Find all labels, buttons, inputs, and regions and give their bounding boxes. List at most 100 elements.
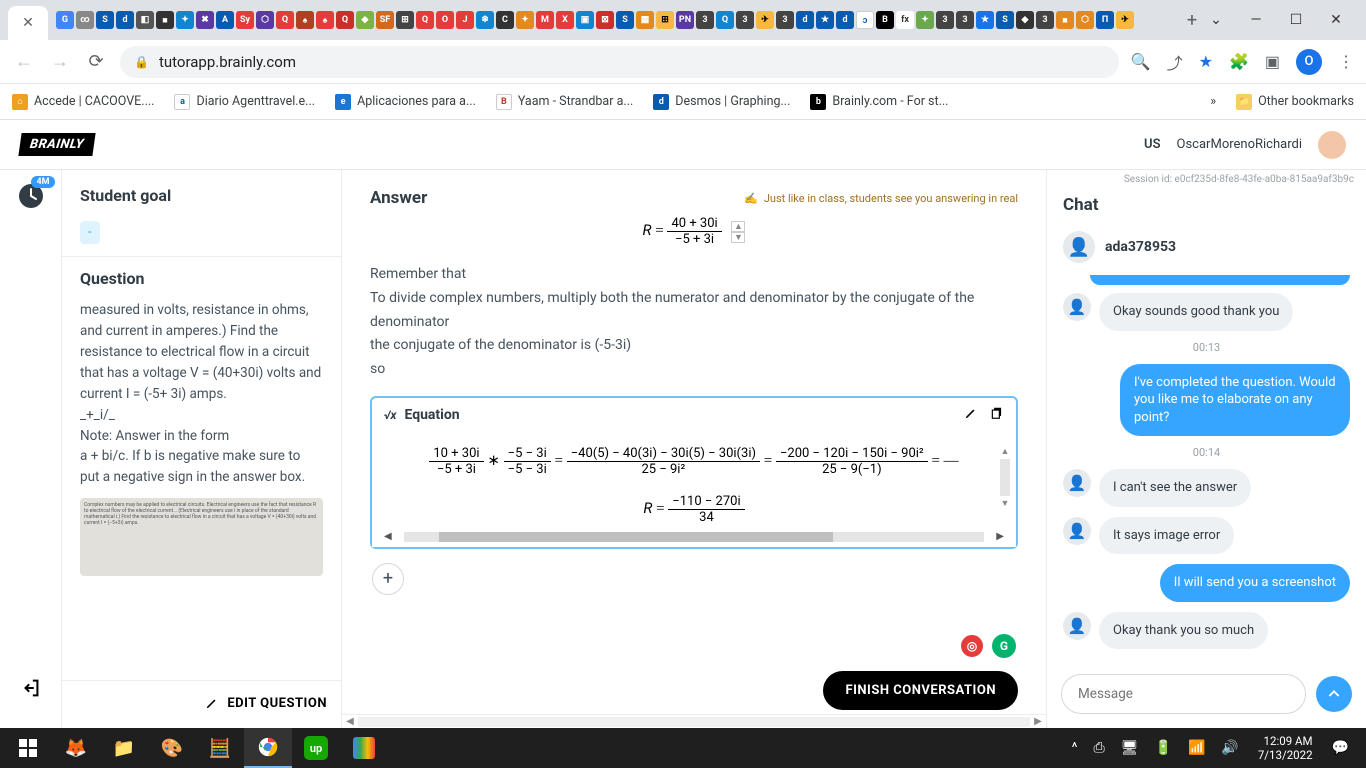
sidepanel-icon[interactable]: ▣	[1265, 52, 1280, 71]
favicon-tab[interactable]: ⬡	[256, 11, 274, 29]
favicon-tab[interactable]: S	[616, 11, 634, 29]
favicon-tab[interactable]: Q	[336, 11, 354, 29]
favicon-tab[interactable]: X	[556, 11, 574, 29]
share-icon[interactable]: ⤴	[1167, 50, 1183, 74]
favicon-tab[interactable]: O	[436, 11, 454, 29]
favicon-tab[interactable]: ⬡	[1076, 11, 1094, 29]
forward-button[interactable]: →	[48, 50, 72, 74]
favicon-tab[interactable]: Q	[416, 11, 434, 29]
scroll-down-icon[interactable]: ▼	[1000, 498, 1010, 509]
chat-messages[interactable]: 👤 Okay sounds good thank you 00:13 I've …	[1047, 275, 1366, 664]
brainly-logo[interactable]: BRAINLY	[18, 133, 95, 156]
queue-badge[interactable]: 4M	[17, 182, 45, 214]
battery-icon[interactable]: 🔋	[1150, 740, 1177, 756]
favicon-tab[interactable]: B	[876, 11, 894, 29]
app-icon[interactable]	[340, 728, 388, 768]
display-icon[interactable]: 🖥	[1116, 740, 1144, 756]
calculator-icon[interactable]: 🧮	[196, 728, 244, 768]
favicon-tab[interactable]: 3	[696, 11, 714, 29]
scroll-up-icon[interactable]: ▲	[1000, 446, 1010, 457]
favicon-tab[interactable]: A	[216, 11, 234, 29]
minimize-button[interactable]: —	[1246, 12, 1266, 28]
start-button[interactable]	[4, 728, 52, 768]
taskbar-clock[interactable]: 12:09 AM 7/13/2022	[1250, 734, 1321, 763]
chat-send-button[interactable]	[1316, 676, 1352, 712]
usb-icon[interactable]: ⎙	[1089, 740, 1110, 756]
favicon-tab[interactable]: ✈	[756, 11, 774, 29]
favicon-tab[interactable]: J	[456, 11, 474, 29]
extensions-icon[interactable]: 🧩	[1229, 52, 1249, 71]
favicon-tab[interactable]: ✦	[916, 11, 934, 29]
favicon-tab[interactable]: ∞	[76, 11, 94, 29]
username-label[interactable]: OscarMorenoRichardi	[1177, 137, 1302, 152]
url-field[interactable]: 🔒 tutorapp.brainly.com	[120, 46, 1119, 78]
profile-avatar[interactable]: O	[1296, 49, 1322, 75]
file-explorer-icon[interactable]: 📁	[100, 728, 148, 768]
region-label[interactable]: US	[1144, 137, 1160, 152]
search-icon[interactable]: 🔍	[1131, 52, 1151, 71]
new-tab-button[interactable]: +	[1178, 6, 1206, 34]
scroll-right-icon[interactable]: ▶	[996, 531, 1004, 542]
bookmark-item[interactable]: eAplicaciones para a...	[335, 94, 476, 110]
back-button[interactable]: ←	[12, 50, 36, 74]
user-avatar[interactable]	[1318, 131, 1346, 159]
favicon-tab[interactable]: ✈	[1116, 11, 1134, 29]
favicon-tab[interactable]: ▣	[576, 11, 594, 29]
favicon-tab[interactable]: ɔ	[856, 11, 874, 29]
kebab-menu-icon[interactable]: ⋮	[1338, 52, 1354, 71]
scroll-left-icon[interactable]: ◀	[342, 716, 358, 727]
scroll-thumb[interactable]	[439, 532, 834, 542]
active-tab[interactable]: ✕	[8, 6, 48, 40]
question-body[interactable]: measured in volts, resistance in ohms, a…	[62, 300, 341, 680]
favicon-tab[interactable]: ★	[816, 11, 834, 29]
favicon-tab[interactable]: ■	[1056, 11, 1074, 29]
equation-content[interactable]: 10 + 30i−5 + 3i ∗ −5 − 3i−5 − 3i = −40(5…	[372, 432, 1016, 533]
chrome-icon[interactable]	[244, 728, 292, 768]
favicon-tab[interactable]: 3	[736, 11, 754, 29]
favicon-tab[interactable]: Q	[276, 11, 294, 29]
maximize-button[interactable]: ☐	[1286, 12, 1306, 28]
step-down-icon[interactable]: ▼	[731, 232, 745, 243]
bookmark-item[interactable]: dDesmos | Graphing...	[653, 94, 790, 110]
bookmark-star-icon[interactable]: ★	[1199, 52, 1213, 71]
wifi-icon[interactable]: 📶	[1183, 740, 1210, 756]
favicon-tab[interactable]: Q	[716, 11, 734, 29]
favicon-tab[interactable]: C	[496, 11, 514, 29]
favicon-tab[interactable]: ❄	[476, 11, 494, 29]
equation-vscroll[interactable]: ▲ ▼	[1000, 446, 1010, 509]
question-attachment[interactable]: Complex numbers may be applied to electr…	[80, 498, 323, 576]
favicon-tab[interactable]: PN	[676, 11, 694, 29]
equation-hscroll[interactable]: ◀ ▶	[372, 533, 1016, 547]
favicon-tab[interactable]: ♠	[316, 11, 334, 29]
finish-conversation-button[interactable]: FINISH CONVERSATION	[823, 671, 1018, 710]
add-block-button[interactable]: +	[372, 563, 404, 595]
step-up-icon[interactable]: ▲	[731, 221, 745, 232]
favicon-tab[interactable]: d	[836, 11, 854, 29]
favicon-tab[interactable]: П	[1096, 11, 1114, 29]
favicon-tab[interactable]: ▦	[636, 11, 654, 29]
tray-overflow-icon[interactable]: ^	[1067, 740, 1083, 756]
scroll-right-icon[interactable]: ▶	[1030, 716, 1046, 727]
bookmark-item[interactable]: BYaam - Strandbar a...	[496, 94, 633, 110]
favicon-tab[interactable]: G	[56, 11, 74, 29]
exit-icon[interactable]	[20, 677, 42, 704]
favicon-tab[interactable]: S	[996, 11, 1014, 29]
favicon-tab[interactable]: 3	[776, 11, 794, 29]
favicon-tab[interactable]: ⊞	[656, 11, 674, 29]
paint-icon[interactable]: 🎨	[148, 728, 196, 768]
edit-question-button[interactable]: EDIT QUESTION	[205, 696, 327, 711]
close-tab-icon[interactable]: ✕	[22, 15, 34, 31]
favicon-tab[interactable]: ★	[976, 11, 994, 29]
center-hscroll[interactable]: ◀ ▶	[342, 714, 1046, 728]
scroll-left-icon[interactable]: ◀	[384, 531, 392, 542]
chat-input[interactable]	[1061, 674, 1306, 714]
favicon-tab[interactable]: Sy	[236, 11, 254, 29]
favicon-tab[interactable]: M	[536, 11, 554, 29]
bookmarks-overflow-icon[interactable]: »	[1210, 94, 1216, 109]
close-window-button[interactable]: ✕	[1326, 12, 1346, 28]
favicon-tab[interactable]: ✦	[516, 11, 534, 29]
tab-search-icon[interactable]: ⌄	[1206, 12, 1226, 28]
edit-equation-icon[interactable]	[964, 406, 978, 424]
favicon-tab[interactable]: ◆	[356, 11, 374, 29]
favicon-tab[interactable]: d	[116, 11, 134, 29]
